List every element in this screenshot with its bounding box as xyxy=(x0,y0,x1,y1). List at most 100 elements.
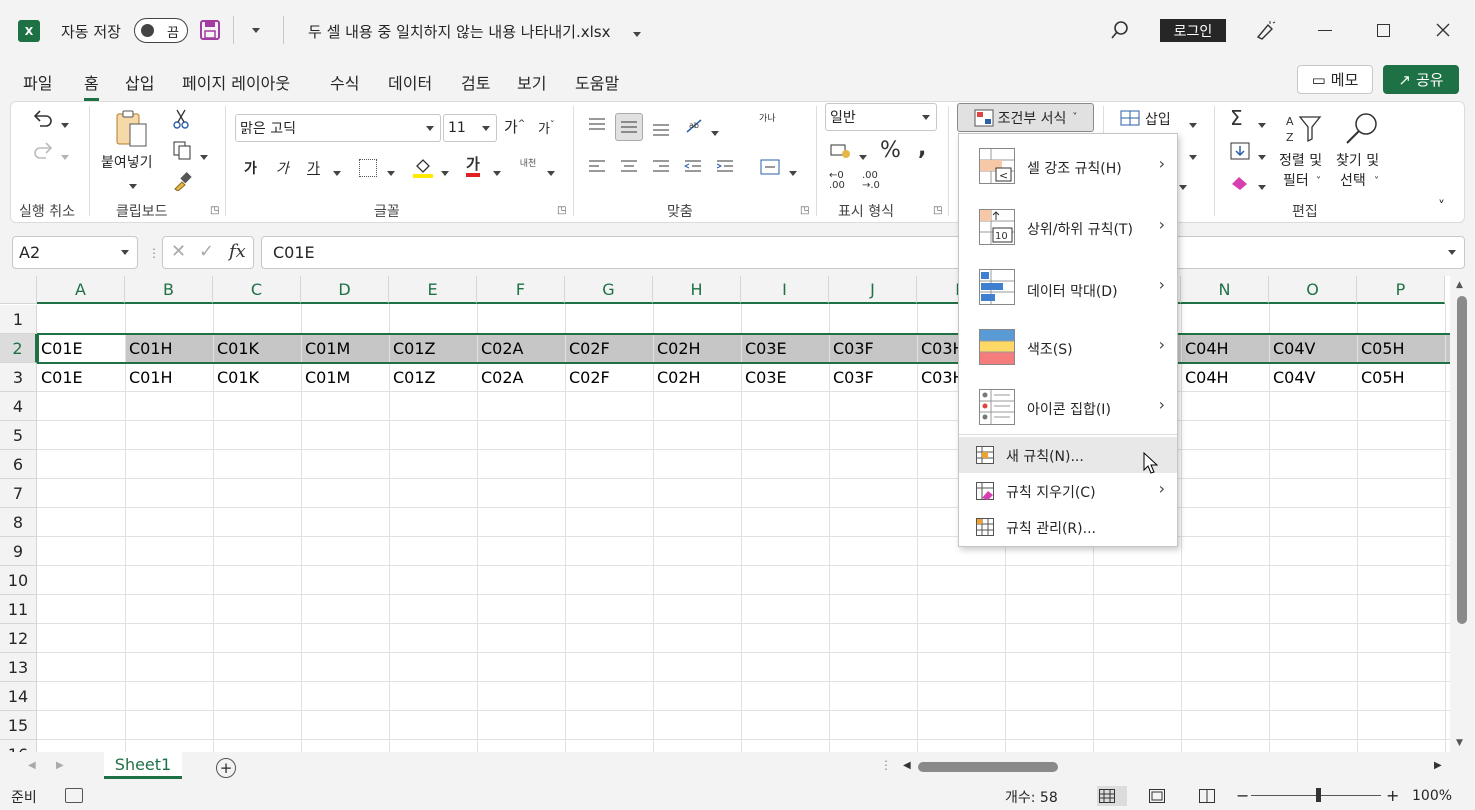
border-icon[interactable] xyxy=(359,159,377,177)
cell-f3[interactable]: C02A xyxy=(477,363,565,392)
cut-icon[interactable] xyxy=(170,108,192,130)
border-dropdown-icon[interactable] xyxy=(387,164,395,180)
menu-item-highlight-rules[interactable]: < 셀 강조 규칙(H) › xyxy=(959,134,1177,197)
increase-decimal-icon[interactable]: ←0.00 xyxy=(829,171,845,191)
scroll-right-icon[interactable]: ▶ xyxy=(1434,760,1442,771)
phonetic-dropdown-icon[interactable] xyxy=(547,164,555,180)
confirm-formula-icon[interactable]: ✓ xyxy=(199,241,214,262)
tab-page-layout[interactable]: 페이지 레이아웃 xyxy=(182,70,290,94)
number-launcher-icon[interactable]: ◳ xyxy=(933,205,942,216)
font-launcher-icon[interactable]: ◳ xyxy=(557,205,566,216)
insert-dropdown-icon[interactable] xyxy=(1189,116,1197,132)
tab-formulas[interactable]: 수식 xyxy=(330,70,359,94)
tab-review[interactable]: 검토 xyxy=(461,70,490,94)
increase-font-icon[interactable]: 가^ xyxy=(504,116,525,137)
copy-icon[interactable] xyxy=(170,139,194,161)
column-header-e[interactable]: E xyxy=(389,276,477,304)
align-top-icon[interactable] xyxy=(586,114,608,136)
font-size-combo[interactable]: 11 xyxy=(443,114,497,142)
next-sheet-icon[interactable]: ▶ xyxy=(56,760,64,771)
column-header-f[interactable]: F xyxy=(477,276,565,304)
undo-dropdown-icon[interactable] xyxy=(61,116,69,132)
cell-g3[interactable]: C02F xyxy=(565,363,653,392)
merge-dropdown-icon[interactable] xyxy=(789,164,797,180)
accounting-dropdown-icon[interactable] xyxy=(859,148,867,164)
cell-b3[interactable]: C01H xyxy=(125,363,213,392)
menu-item-manage-rules[interactable]: 규칙 관리(R)... xyxy=(959,509,1177,545)
align-left-icon[interactable] xyxy=(586,156,608,178)
filename-chevron-icon[interactable] xyxy=(633,25,641,41)
increase-indent-icon[interactable] xyxy=(714,156,736,178)
underline-icon[interactable]: 가 xyxy=(307,158,320,178)
decrease-font-icon[interactable]: 가ˇ xyxy=(538,118,554,137)
row-header-3[interactable]: 3 xyxy=(0,363,37,392)
row-header-8[interactable]: 8 xyxy=(0,508,37,537)
maximize-icon[interactable] xyxy=(1377,24,1390,37)
undo-icon[interactable] xyxy=(30,106,56,132)
cell-n3[interactable]: C04H xyxy=(1181,363,1269,392)
autosave-toggle[interactable]: 끔 xyxy=(134,18,188,43)
row-header-1[interactable]: 1 xyxy=(0,305,37,334)
cancel-formula-icon[interactable]: ✕ xyxy=(171,241,186,262)
sort-filter-label-2[interactable]: 필터 xyxy=(1283,170,1309,190)
paste-label[interactable]: 붙여넣기 xyxy=(101,152,153,172)
row-header-16[interactable]: 16 xyxy=(0,740,37,752)
minimize-icon[interactable] xyxy=(1318,30,1332,31)
copy-dropdown-icon[interactable] xyxy=(200,148,208,164)
search-icon[interactable] xyxy=(1108,18,1132,42)
zoom-slider-thumb[interactable] xyxy=(1316,788,1321,802)
zoom-in-icon[interactable]: + xyxy=(1386,786,1399,805)
customize-toolbar-icon[interactable] xyxy=(248,22,264,38)
row-header-15[interactable]: 15 xyxy=(0,711,37,740)
font-color-dropdown-icon[interactable] xyxy=(493,164,501,180)
decrease-indent-icon[interactable] xyxy=(682,156,704,178)
font-name-combo[interactable]: 맑은 고딕 xyxy=(235,114,441,142)
delete-dropdown-icon[interactable] xyxy=(1189,148,1197,164)
alignment-launcher-icon[interactable]: ◳ xyxy=(800,205,809,216)
find-select-icon[interactable] xyxy=(1342,108,1382,148)
column-header-o[interactable]: O xyxy=(1269,276,1357,304)
sort-filter-dropdown-icon[interactable]: ˅ xyxy=(1316,176,1321,187)
row-header-6[interactable]: 6 xyxy=(0,450,37,479)
column-header-d[interactable]: D xyxy=(301,276,389,304)
menu-item-data-bars[interactable]: 데이터 막대(D) › xyxy=(959,257,1177,317)
find-select-label-1[interactable]: 찾기 및 xyxy=(1336,150,1379,170)
clipboard-launcher-icon[interactable]: ◳ xyxy=(210,205,219,216)
column-header-a[interactable]: A xyxy=(37,276,125,304)
column-header-p[interactable]: P xyxy=(1357,276,1445,304)
menu-item-icon-sets[interactable]: 아이콘 집합(I) › xyxy=(959,377,1177,434)
align-middle-icon[interactable] xyxy=(615,113,643,141)
redo-icon[interactable] xyxy=(30,138,56,164)
worksheet-grid[interactable]: ABCDEFGHIJKLMNOP12345678910111213141516C… xyxy=(0,276,1450,752)
cell-i3[interactable]: C03E xyxy=(741,363,829,392)
row-header-14[interactable]: 14 xyxy=(0,682,37,711)
fill-color-icon[interactable] xyxy=(412,156,434,180)
italic-icon[interactable]: 가 xyxy=(276,158,289,178)
tab-view[interactable]: 보기 xyxy=(517,70,546,94)
font-color-icon[interactable]: 가 xyxy=(466,155,480,177)
collapse-ribbon-icon[interactable]: ˅ xyxy=(1438,199,1445,215)
select-all-corner[interactable] xyxy=(0,276,37,304)
number-format-combo[interactable]: 일반 xyxy=(825,103,937,131)
zoom-level[interactable]: 100% xyxy=(1412,788,1452,804)
sheet-splitter-icon[interactable]: ⋮ xyxy=(880,758,892,772)
orientation-dropdown-icon[interactable] xyxy=(711,124,719,140)
sort-filter-icon[interactable]: AZ xyxy=(1283,108,1323,148)
autosum-dropdown-icon[interactable] xyxy=(1258,116,1266,132)
cell-d3[interactable]: C01M xyxy=(301,363,389,392)
align-center-icon[interactable] xyxy=(618,156,640,178)
menu-item-color-scales[interactable]: 색조(S) › xyxy=(959,317,1177,377)
insert-cells-label[interactable]: 삽입 xyxy=(1145,109,1171,129)
align-right-icon[interactable] xyxy=(650,156,672,178)
row-header-10[interactable]: 10 xyxy=(0,566,37,595)
memo-button[interactable]: ▭ 메모 xyxy=(1297,65,1373,94)
merge-center-icon[interactable] xyxy=(758,156,782,178)
comma-style-icon[interactable]: , xyxy=(918,136,926,161)
autosum-icon[interactable]: Σ xyxy=(1230,106,1243,130)
bold-icon[interactable]: 가 xyxy=(244,158,257,178)
prev-sheet-icon[interactable]: ◀ xyxy=(28,760,36,771)
align-bottom-icon[interactable] xyxy=(650,118,672,140)
cell-a3[interactable]: C01E xyxy=(37,363,125,392)
tab-data[interactable]: 데이터 xyxy=(388,70,432,94)
page-layout-view-icon[interactable] xyxy=(1149,788,1165,804)
